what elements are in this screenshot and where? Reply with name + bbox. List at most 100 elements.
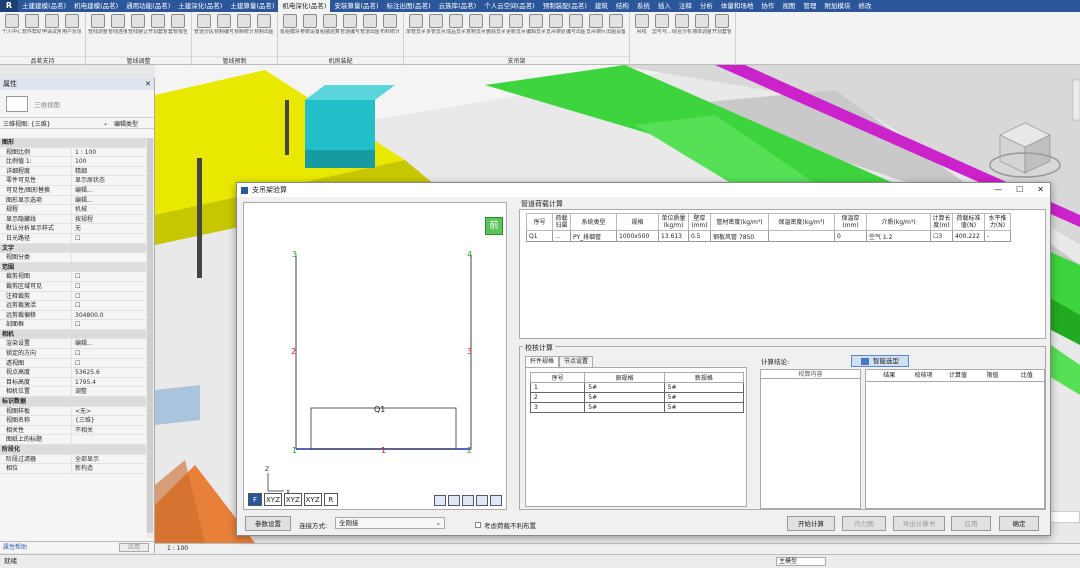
ribbon-tab[interactable]: 体量和场地 [717, 0, 758, 12]
property-value[interactable]: 全部显示 [72, 455, 146, 464]
property-value[interactable]: 调整 [72, 387, 146, 396]
zoom-out-icon[interactable] [448, 495, 460, 506]
ribbon-tab[interactable]: 标注出图(品茗) [383, 0, 435, 12]
view-direction-button[interactable]: F [248, 493, 262, 506]
property-value[interactable]: 显示原状态 [72, 176, 146, 185]
export-report-button[interactable]: 导出计算书 [893, 516, 945, 531]
check-tab[interactable]: 节点设置 [559, 356, 594, 367]
ribbon-tab[interactable]: 土建深化(品茗) [174, 0, 226, 12]
checkbox-box[interactable] [475, 522, 481, 528]
front-view-button[interactable]: 前 [485, 217, 503, 235]
table-cell[interactable]: 空气 1.2 [866, 230, 931, 242]
ribbon-button[interactable]: 管道分段 [194, 14, 213, 35]
ribbon-tab[interactable]: 修改 [854, 0, 875, 12]
table-row[interactable]: 2 5# 5# [529, 392, 745, 403]
ribbon-tab[interactable]: 土建建模(品茗) [18, 0, 70, 12]
table-cell[interactable]: 5# [663, 392, 745, 403]
navigation-bar[interactable] [1072, 79, 1080, 121]
property-value[interactable]: 编辑... [72, 196, 146, 205]
table-cell[interactable]: 5# [584, 382, 665, 393]
ribbon-tab[interactable]: 机电建模(品茗) [70, 0, 122, 12]
property-value[interactable]: ☐ [72, 349, 146, 358]
apply-dialog-button[interactable]: 应用 [951, 516, 991, 531]
property-value[interactable]: 304800.0 [72, 311, 146, 320]
ribbon-button[interactable]: 综合分析 [672, 14, 691, 35]
ribbon-tab[interactable]: 机电深化(品茗) [278, 0, 331, 12]
ribbon-tab[interactable]: 建筑 [591, 0, 612, 12]
smart-select-button[interactable]: 智能选型 [851, 355, 909, 367]
close-icon[interactable]: ✕ [145, 78, 151, 90]
ribbon-button[interactable]: 预制编号 [214, 14, 233, 35]
table-cell[interactable]: 5# [584, 402, 665, 413]
model-selector[interactable]: 主模型 [776, 557, 826, 566]
ribbon-button[interactable]: 多管支吊架 [426, 14, 445, 35]
ribbon-tab[interactable]: 通用功能(品茗) [122, 0, 174, 12]
ribbon-tab[interactable]: 附加模块 [820, 0, 854, 12]
property-value[interactable]: ☐ [72, 301, 146, 310]
property-value[interactable] [72, 253, 146, 262]
minimize-icon[interactable]: — [994, 183, 1002, 197]
table-cell[interactable]: 3 [529, 402, 586, 413]
property-value[interactable]: ☐ [72, 359, 146, 368]
calc-content-list[interactable]: 校算内容 [760, 369, 861, 509]
property-value[interactable]: 53625.6 [72, 368, 146, 377]
ribbon-tab[interactable]: 分析 [696, 0, 717, 12]
ribbon-button[interactable]: 管道编号 [340, 14, 359, 35]
ribbon-button[interactable]: 更新支吊架 [506, 14, 525, 35]
table-cell[interactable]: 0.5 [688, 230, 711, 242]
maximize-icon[interactable]: ☐ [1016, 183, 1023, 197]
property-value[interactable]: {三维} [72, 416, 146, 425]
table-row[interactable]: 3 5# 5# [529, 402, 745, 413]
ribbon-button[interactable]: 管线连接 [108, 14, 127, 35]
properties-help-link[interactable]: 属性帮助 [3, 544, 27, 551]
view-scale[interactable]: 1 : 100 [167, 545, 188, 552]
edit-type-button[interactable]: 编辑类型 [114, 119, 138, 128]
ribbon-button[interactable]: 编号出图 [566, 14, 585, 35]
ribbon-button[interactable]: 软件帮助 [22, 14, 41, 35]
ribbon-button[interactable]: 成品支吊架 [446, 14, 465, 35]
property-value[interactable]: 编辑... [72, 186, 146, 195]
property-section-header[interactable]: 阶段化 [0, 445, 146, 455]
internal-force-button[interactable]: 内力图 [842, 516, 886, 531]
ribbon-button[interactable]: 个人中心 [2, 14, 21, 35]
property-value[interactable]: 100 [72, 157, 146, 166]
ribbon-button[interactable]: 用户反馈 [62, 14, 81, 35]
table-cell[interactable]: PY_排烟管 [570, 230, 617, 242]
ribbon-button[interactable]: 出图设置 [606, 14, 625, 35]
ribbon-button[interactable]: 吊线 [632, 14, 651, 35]
view-direction-button[interactable]: XYZ [283, 493, 302, 506]
ribbon-button[interactable]: 墙体调整 [692, 14, 711, 35]
zoom-fit-icon[interactable] [476, 495, 488, 506]
table-cell[interactable]: 1 [529, 382, 586, 393]
ribbon-button[interactable]: 管线调整 [88, 14, 107, 35]
ribbon-tab[interactable]: 结构 [612, 0, 633, 12]
chevron-down-icon[interactable]: ⌄ [103, 120, 108, 127]
ribbon-button[interactable]: 开洞套管 [712, 14, 731, 35]
ok-button[interactable]: 确定 [999, 516, 1039, 531]
ribbon-tab[interactable]: 管理 [799, 0, 820, 12]
table-row[interactable]: Q1... PY_排烟管 1000x500 13.613 0.5 钢板风管 7850 0 空气… [526, 230, 1011, 242]
scrollbar-thumb[interactable] [147, 138, 153, 533]
ribbon-button[interactable]: 组装验算 [320, 14, 339, 35]
property-value[interactable]: 机械 [72, 205, 146, 214]
ribbon-tab[interactable]: 个人云空间(品茗) [480, 0, 539, 12]
zoom-reset-icon[interactable] [490, 495, 502, 506]
table-cell[interactable]: 5# [584, 392, 665, 403]
ribbon-button[interactable]: 复制支吊架 [466, 14, 485, 35]
property-value[interactable]: ☐ [72, 234, 146, 243]
property-value[interactable]: 编辑... [72, 339, 146, 348]
frame-drawing-canvas[interactable]: 3 4 2 3 1 1 2 Q1 Z X 前 FXYZXYZXYZR [243, 202, 507, 510]
view-direction-button[interactable]: XYZ [264, 493, 282, 506]
table-cell[interactable]: 5# [663, 402, 745, 413]
connection-select[interactable]: 全刚接 ⌄ [335, 517, 445, 529]
zoom-in-icon[interactable] [434, 495, 446, 506]
table-cell[interactable]: ☐3 [930, 230, 953, 242]
ribbon-button[interactable]: 管线避让 [128, 14, 147, 35]
app-menu-button[interactable]: R [0, 0, 18, 12]
ribbon-tab[interactable]: 安装算量(品茗) [330, 0, 382, 12]
ribbon-button[interactable]: 布料统计 [380, 14, 399, 35]
property-value[interactable]: 新构造 [72, 464, 146, 473]
table-cell[interactable]: Q1 [526, 230, 553, 242]
start-calc-button[interactable]: 开始计算 [787, 516, 835, 531]
ribbon-button[interactable]: 预制出图 [254, 14, 273, 35]
